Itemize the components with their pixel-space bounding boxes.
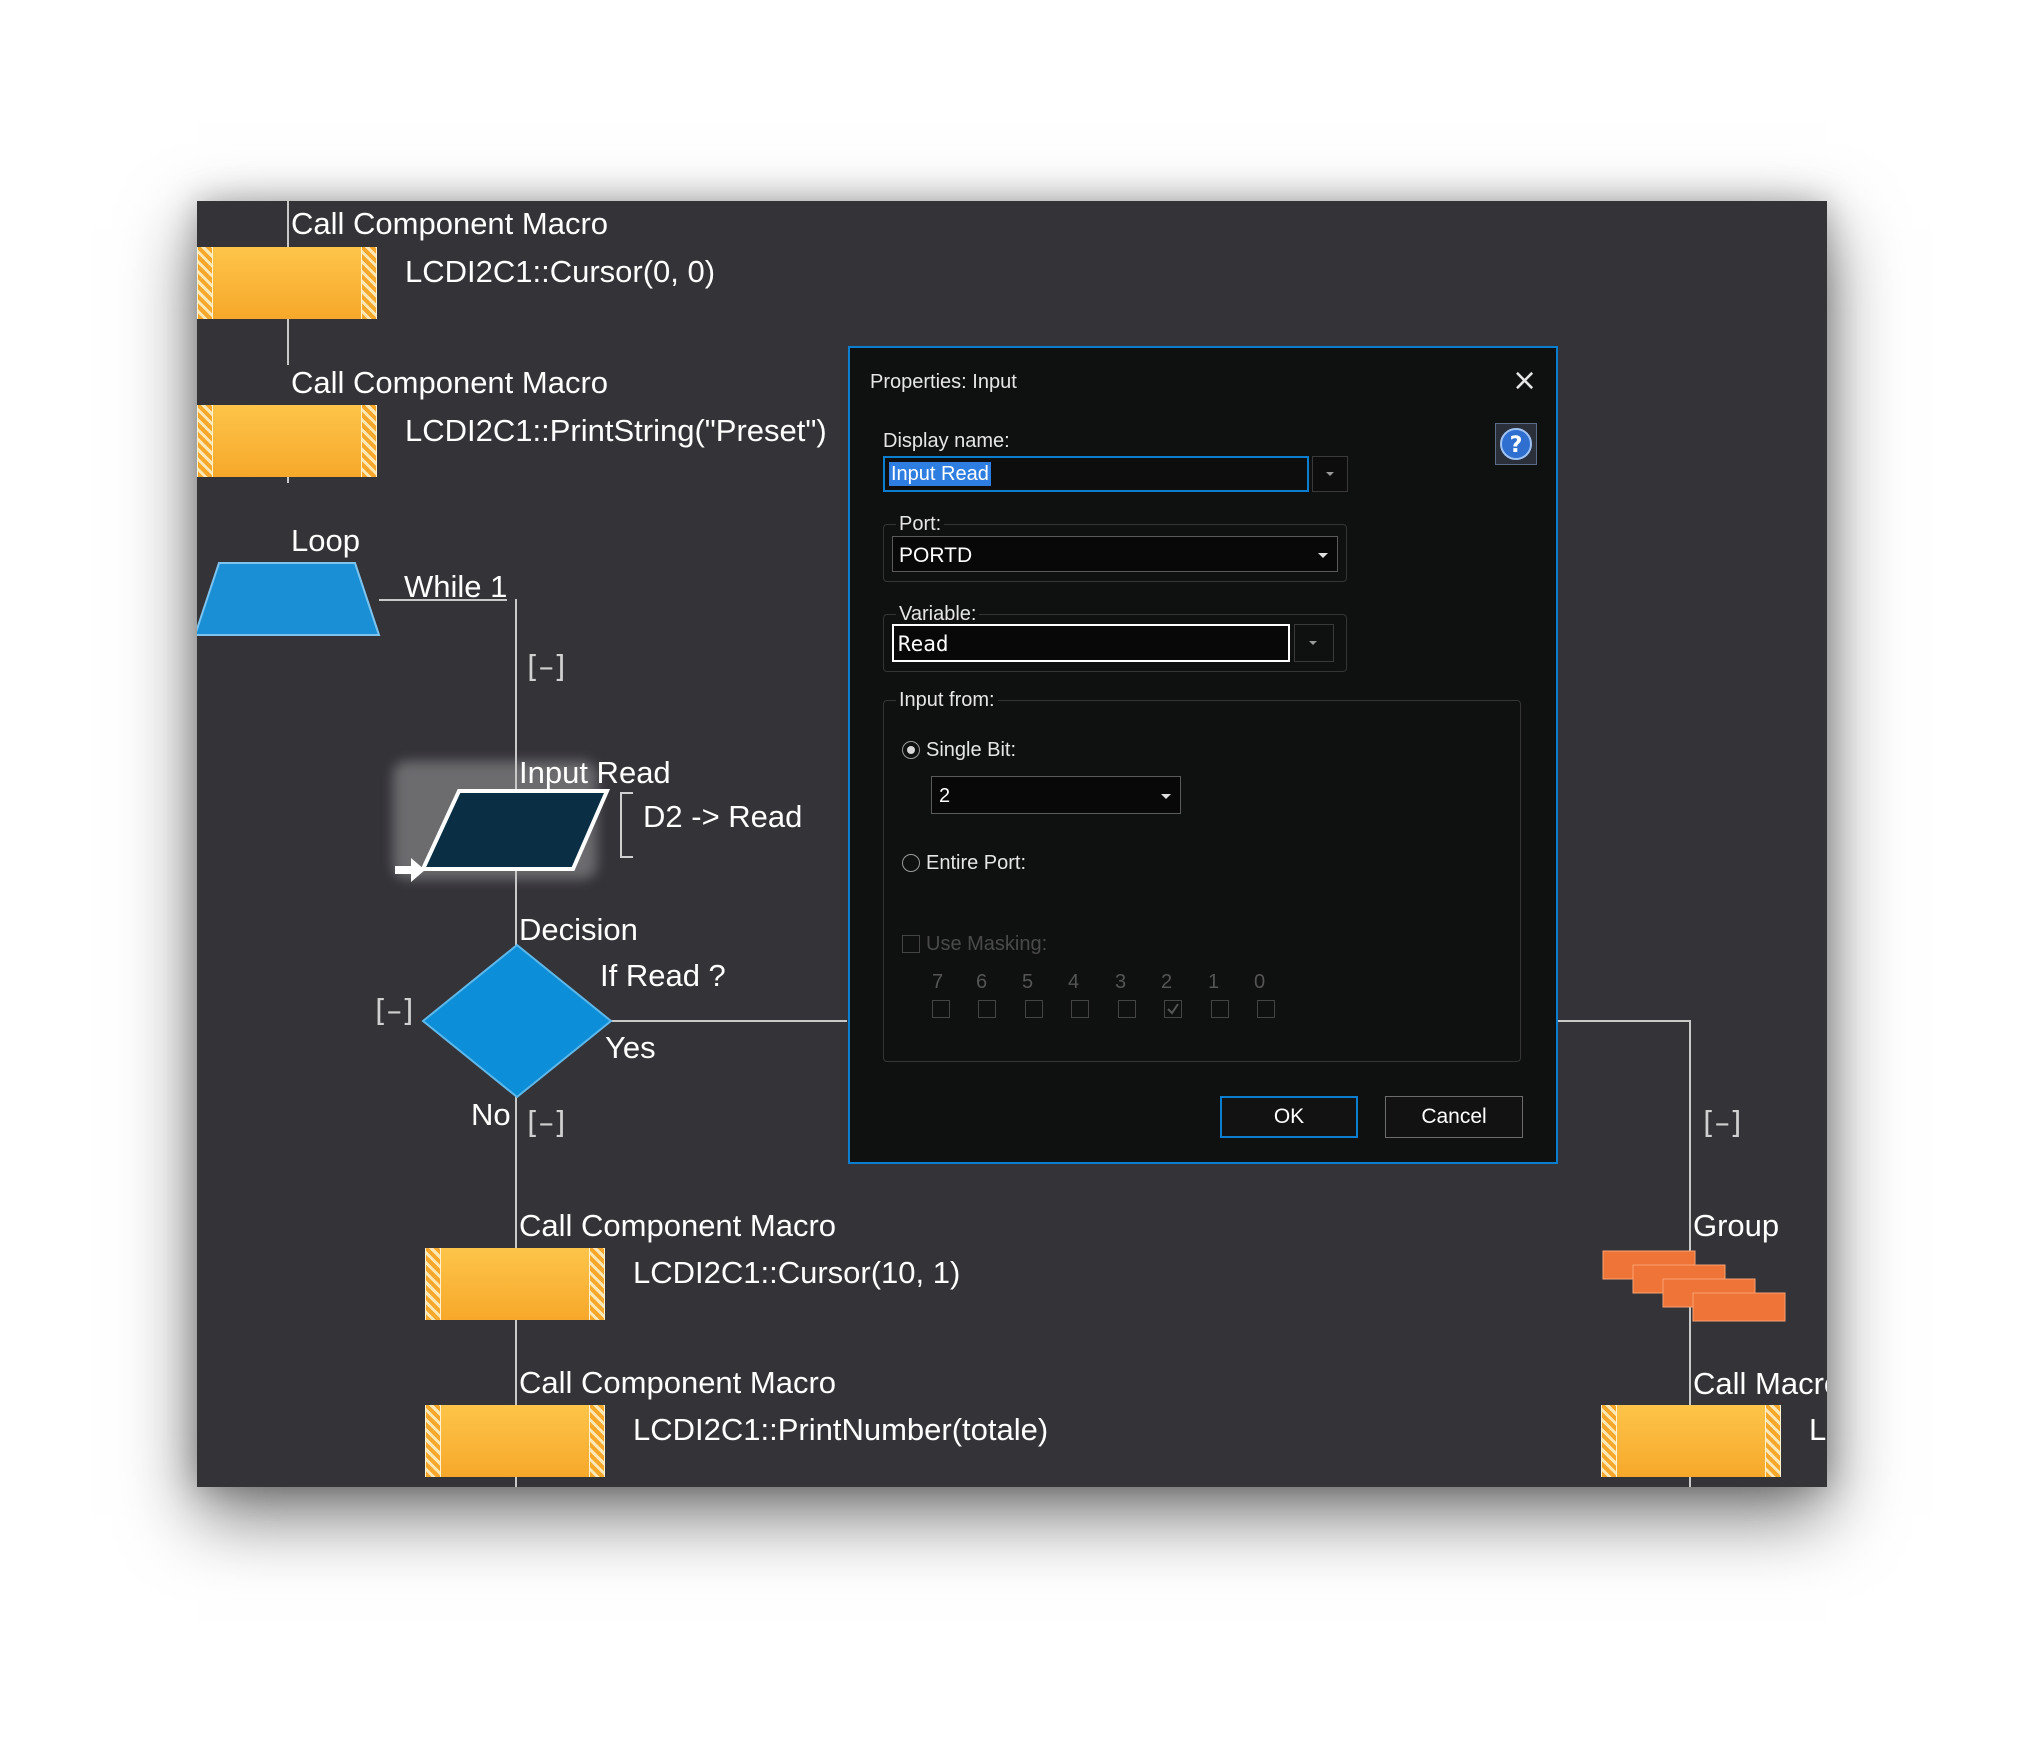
display-name-value: Input Read bbox=[889, 462, 991, 486]
input-bracket bbox=[620, 792, 633, 858]
display-name-dropdown-button[interactable] bbox=[1312, 456, 1348, 492]
variable-input[interactable]: Read bbox=[892, 624, 1290, 662]
chevron-down-icon bbox=[1161, 794, 1171, 799]
connector bbox=[287, 319, 289, 365]
decision-block[interactable] bbox=[419, 943, 615, 1099]
mask-bit-checkbox[interactable] bbox=[1257, 1000, 1275, 1018]
macro-call-label: L bbox=[1809, 1412, 1827, 1447]
mask-bit-label: 2 bbox=[1161, 971, 1173, 993]
port-label: Port: bbox=[896, 514, 945, 534]
chevron-down-icon bbox=[1318, 553, 1328, 558]
flowchart-canvas[interactable]: Call Component Macro LCDI2C1::Cursor(0, … bbox=[197, 201, 1827, 1487]
single-bit-value: 2 bbox=[939, 785, 951, 807]
input-from-label: Input from: bbox=[896, 690, 998, 710]
decision-label: Decision bbox=[519, 912, 638, 947]
macro-call-label: LCDI2C1::Cursor(10, 1) bbox=[633, 1255, 961, 1290]
mask-bit-label: 7 bbox=[932, 971, 944, 993]
macro-call-label: LCDI2C1::PrintNumber(totale) bbox=[633, 1412, 1049, 1447]
macro-call-label: LCDI2C1::PrintString("Preset") bbox=[405, 413, 827, 448]
use-masking-checkbox[interactable] bbox=[902, 935, 920, 953]
call-macro-block[interactable] bbox=[425, 1248, 605, 1320]
decision-yes-label: Yes bbox=[605, 1030, 656, 1065]
macro-type-label: Call Component Macro bbox=[291, 206, 609, 241]
single-bit-radio[interactable] bbox=[902, 741, 920, 759]
properties-dialog: Properties: Input × ? Display name: Inpu… bbox=[848, 346, 1558, 1164]
entire-port-label: Entire Port: bbox=[926, 852, 1027, 874]
mask-bit-label: 3 bbox=[1115, 971, 1127, 993]
dialog-title: Properties: Input bbox=[870, 371, 1017, 393]
collapse-toggle[interactable]: [–] bbox=[375, 997, 413, 1027]
macro-type-label: Call Component Macro bbox=[291, 365, 609, 400]
use-masking-label: Use Masking: bbox=[926, 933, 1048, 955]
single-bit-select[interactable]: 2 bbox=[931, 776, 1181, 814]
collapse-toggle[interactable]: [–] bbox=[527, 1109, 565, 1139]
mask-bit-checkbox[interactable] bbox=[1211, 1000, 1229, 1018]
mask-bit-checkbox-checked[interactable] bbox=[1164, 1000, 1182, 1018]
macro-type-label: Call Component Macro bbox=[519, 1365, 837, 1400]
input-label: Input Read bbox=[519, 755, 671, 790]
mask-bit-label: 5 bbox=[1022, 971, 1034, 993]
mask-bit-label: 1 bbox=[1208, 971, 1220, 993]
ok-button[interactable]: OK bbox=[1220, 1096, 1358, 1138]
close-icon[interactable]: × bbox=[1512, 366, 1537, 396]
macro-call-label: LCDI2C1::Cursor(0, 0) bbox=[405, 254, 716, 289]
mask-bit-label: 0 bbox=[1254, 971, 1266, 993]
input-block[interactable] bbox=[417, 787, 613, 873]
mask-bit-checkbox[interactable] bbox=[1025, 1000, 1043, 1018]
mask-bit-checkbox[interactable] bbox=[978, 1000, 996, 1018]
loop-block[interactable] bbox=[197, 561, 383, 641]
mask-bit-checkbox[interactable] bbox=[1071, 1000, 1089, 1018]
mask-bit-label: 6 bbox=[976, 971, 988, 993]
group-block[interactable] bbox=[1601, 1249, 1791, 1329]
single-bit-label: Single Bit: bbox=[926, 739, 1017, 761]
group-label: Group bbox=[1693, 1208, 1780, 1243]
variable-dropdown-button[interactable] bbox=[1294, 624, 1334, 662]
connector bbox=[607, 1020, 847, 1022]
entry-arrow-icon bbox=[395, 858, 425, 882]
decision-no-label: No bbox=[471, 1097, 511, 1132]
macro-type-label: Call Macro bbox=[1693, 1366, 1827, 1401]
connector bbox=[1557, 1020, 1690, 1022]
call-macro-block[interactable] bbox=[1601, 1405, 1781, 1477]
collapse-toggle[interactable]: [–] bbox=[1703, 1109, 1741, 1139]
call-macro-block[interactable] bbox=[197, 247, 377, 319]
help-icon[interactable]: ? bbox=[1495, 423, 1537, 465]
input-expr-label: D2 -> Read bbox=[643, 799, 803, 834]
cancel-button[interactable]: Cancel bbox=[1385, 1096, 1523, 1138]
loop-condition-label: While 1 bbox=[404, 569, 508, 604]
display-name-input[interactable]: Input Read bbox=[883, 456, 1309, 492]
mask-bit-label: 4 bbox=[1068, 971, 1080, 993]
port-value: PORTD bbox=[899, 544, 973, 567]
variable-value: Read bbox=[898, 632, 949, 656]
call-macro-block[interactable] bbox=[197, 405, 377, 477]
call-macro-block[interactable] bbox=[425, 1405, 605, 1477]
connector bbox=[287, 201, 289, 247]
port-select[interactable]: PORTD bbox=[892, 536, 1338, 572]
svg-text:?: ? bbox=[1510, 433, 1523, 458]
macro-type-label: Call Component Macro bbox=[519, 1208, 837, 1243]
mask-bit-checkbox[interactable] bbox=[1118, 1000, 1136, 1018]
variable-label: Variable: bbox=[896, 604, 980, 624]
display-name-label: Display name: bbox=[883, 430, 1010, 452]
checkmark-icon bbox=[1167, 1003, 1179, 1015]
decision-condition-label: If Read ? bbox=[600, 958, 726, 993]
mask-bit-checkbox[interactable] bbox=[932, 1000, 950, 1018]
entire-port-radio[interactable] bbox=[902, 854, 920, 872]
collapse-toggle[interactable]: [–] bbox=[527, 653, 565, 683]
loop-label: Loop bbox=[291, 523, 360, 558]
